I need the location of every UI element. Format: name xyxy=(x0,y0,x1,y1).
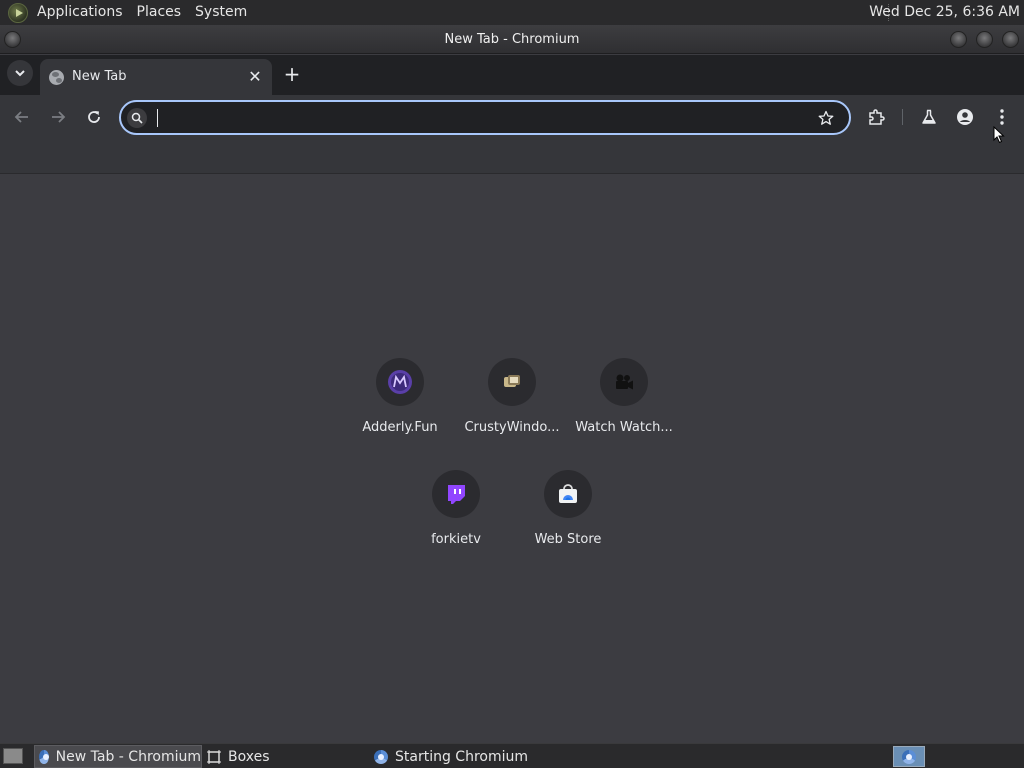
shortcut-tile[interactable]: Watch Watch... xyxy=(568,358,680,458)
tab-strip: New Tab ✕ + xyxy=(0,55,1024,95)
tab-close-icon[interactable]: ✕ xyxy=(246,68,264,86)
puzzle-icon xyxy=(869,109,885,125)
top-panel: Applications Places System Wed Dec 25, 6… xyxy=(0,0,1024,25)
places-menu[interactable]: Places xyxy=(130,0,189,25)
taskbar-item-label: New Tab - Chromium xyxy=(55,748,201,765)
shortcut-tile[interactable]: CrustyWindo... xyxy=(456,358,568,458)
shortcut-tile[interactable]: Adderly.Fun xyxy=(344,358,456,458)
arrow-left-icon xyxy=(14,111,28,123)
tab-new-tab[interactable]: New Tab ✕ xyxy=(40,59,272,95)
chevron-down-icon xyxy=(15,70,25,77)
maximize-button[interactable] xyxy=(976,31,993,48)
taskbar: New Tab - Chromium Boxes Starting Chromi… xyxy=(0,743,1024,768)
shortcut-icon-circle xyxy=(488,358,536,406)
video-camera-icon xyxy=(616,374,633,390)
tab-search-button[interactable] xyxy=(7,60,33,86)
adderly-icon xyxy=(388,370,412,394)
forward-button[interactable] xyxy=(44,103,72,131)
address-bar[interactable] xyxy=(119,100,851,135)
taskbar-item-label: Boxes xyxy=(228,748,270,765)
shortcut-label: Adderly.Fun xyxy=(362,420,438,435)
kebab-menu-icon xyxy=(1000,109,1004,125)
search-icon xyxy=(127,108,147,128)
shortcut-label: forkietv xyxy=(431,532,481,547)
panel-menu: Applications Places System xyxy=(30,0,254,25)
applications-menu[interactable]: Applications xyxy=(30,0,130,25)
clock[interactable]: Wed Dec 25, 6:36 AM xyxy=(869,0,1020,25)
shortcut-label: Web Store xyxy=(534,532,602,547)
tab-title: New Tab xyxy=(72,69,127,84)
address-input[interactable] xyxy=(155,107,805,129)
chromium-icon xyxy=(902,749,916,764)
minimize-button[interactable] xyxy=(950,31,967,48)
crustywindows-icon xyxy=(504,375,520,387)
flask-icon xyxy=(922,109,936,124)
shortcut-tile[interactable]: forkietv xyxy=(400,470,512,570)
shortcut-icon-circle xyxy=(376,358,424,406)
toolbar-divider xyxy=(902,109,903,125)
system-menu[interactable]: System xyxy=(188,0,254,25)
window-titlebar[interactable]: New Tab - Chromium xyxy=(0,25,1024,54)
taskbar-item-label: Starting Chromium xyxy=(395,748,528,765)
workspace-switcher[interactable] xyxy=(893,746,925,767)
profile-button[interactable] xyxy=(951,103,979,131)
reload-button[interactable] xyxy=(80,103,108,131)
mouse-cursor-icon xyxy=(993,126,1005,144)
bookmarks-bar xyxy=(0,140,1024,174)
webstore-icon xyxy=(559,484,577,503)
chromium-icon xyxy=(39,749,49,764)
shortcut-tile[interactable]: Web Store xyxy=(512,470,624,570)
bookmark-star-icon[interactable] xyxy=(815,107,837,129)
back-button[interactable] xyxy=(8,103,36,131)
shortcut-icon-circle xyxy=(432,470,480,518)
new-tab-page: Adderly.Fun CrustyWindo... Watch Watch..… xyxy=(0,175,1024,743)
taskbar-item-starting-chromium[interactable]: Starting Chromium xyxy=(370,745,535,768)
boxes-icon xyxy=(207,749,221,764)
twitch-icon xyxy=(448,485,465,504)
distro-logo-icon[interactable] xyxy=(8,2,28,23)
chromium-icon xyxy=(374,749,388,764)
profile-icon xyxy=(957,109,973,125)
arrow-right-icon xyxy=(52,111,66,123)
toolbar xyxy=(0,95,1024,140)
taskbar-item-chromium[interactable]: New Tab - Chromium xyxy=(34,745,202,768)
labs-button[interactable] xyxy=(915,103,943,131)
close-window-button[interactable] xyxy=(1002,31,1019,48)
shortcut-label: Watch Watch... xyxy=(575,420,673,435)
window-title: New Tab - Chromium xyxy=(444,32,580,47)
shortcut-icon-circle xyxy=(600,358,648,406)
text-caret xyxy=(157,109,158,127)
new-tab-button[interactable]: + xyxy=(282,64,302,84)
taskbar-item-boxes[interactable]: Boxes xyxy=(203,745,368,768)
extensions-button[interactable] xyxy=(862,103,890,131)
show-desktop-icon[interactable] xyxy=(3,748,23,764)
shortcut-icon-circle xyxy=(544,470,592,518)
shortcut-label: CrustyWindo... xyxy=(464,420,560,435)
reload-icon xyxy=(88,111,100,123)
globe-icon xyxy=(49,70,64,85)
